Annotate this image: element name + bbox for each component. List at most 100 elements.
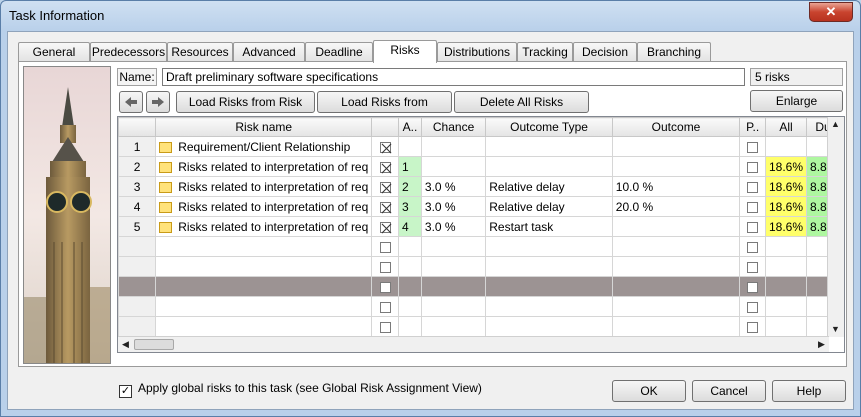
enabled-cell[interactable] bbox=[371, 316, 399, 337]
a-cell[interactable]: 4 bbox=[398, 216, 422, 237]
risk-name-cell[interactable]: Risks related to interpretation of req bbox=[155, 156, 373, 177]
crossed-checkbox-icon[interactable] bbox=[379, 201, 391, 213]
col-header-chance[interactable]: Chance bbox=[420, 117, 487, 137]
chance-cell[interactable] bbox=[420, 236, 487, 257]
outcome-cell[interactable] bbox=[611, 156, 741, 177]
checkbox[interactable] bbox=[747, 141, 759, 153]
scroll-down-icon[interactable]: ▼ bbox=[828, 322, 843, 337]
tab-advanced[interactable]: Advanced bbox=[233, 42, 305, 62]
chance-cell[interactable]: 3.0 % bbox=[420, 176, 487, 197]
chance-cell[interactable] bbox=[420, 276, 487, 297]
chance-cell[interactable] bbox=[420, 316, 487, 337]
outcome-type-cell[interactable] bbox=[485, 136, 613, 157]
checkbox[interactable] bbox=[747, 221, 759, 233]
a-cell[interactable] bbox=[398, 136, 422, 157]
risk-name-cell[interactable] bbox=[155, 276, 373, 297]
checkbox[interactable] bbox=[747, 181, 759, 193]
risk-grid[interactable]: Risk name A.. Chance Outcome Type Outcom… bbox=[117, 116, 845, 353]
close-button[interactable]: ✕ bbox=[809, 2, 853, 22]
outcome-type-cell[interactable]: Relative delay bbox=[485, 196, 613, 217]
col-header-enabled[interactable] bbox=[371, 117, 399, 137]
enabled-cell[interactable] bbox=[371, 196, 399, 217]
enabled-cell[interactable] bbox=[371, 236, 399, 257]
crossed-checkbox-icon[interactable] bbox=[379, 161, 391, 173]
col-header-p[interactable]: P.. bbox=[739, 117, 766, 137]
task-name-field[interactable] bbox=[162, 68, 745, 86]
p-cell[interactable] bbox=[739, 176, 766, 197]
outcome-cell[interactable] bbox=[611, 276, 741, 297]
p-cell[interactable] bbox=[739, 236, 766, 257]
crossed-checkbox-icon[interactable] bbox=[379, 141, 391, 153]
a-cell[interactable] bbox=[398, 236, 422, 257]
table-row[interactable]: 1 Requirement/Client Relationship bbox=[118, 136, 844, 157]
outcome-type-cell[interactable] bbox=[485, 276, 613, 297]
checkbox[interactable] bbox=[379, 261, 391, 273]
checkbox[interactable] bbox=[379, 241, 391, 253]
tab-risks[interactable]: Risks bbox=[373, 40, 437, 63]
a-cell[interactable] bbox=[398, 316, 422, 337]
risk-name-cell[interactable]: Requirement/Client Relationship bbox=[155, 136, 373, 157]
tab-deadline[interactable]: Deadline bbox=[305, 42, 373, 62]
chance-cell[interactable]: 3.0 % bbox=[420, 196, 487, 217]
scroll-up-icon[interactable]: ▲ bbox=[828, 117, 843, 132]
empty-row[interactable] bbox=[118, 316, 844, 337]
forward-button[interactable] bbox=[146, 91, 170, 113]
outcome-cell[interactable] bbox=[611, 236, 741, 257]
enabled-cell[interactable] bbox=[371, 276, 399, 297]
checkbox[interactable] bbox=[747, 161, 759, 173]
tab-branching[interactable]: Branching bbox=[637, 42, 711, 62]
checkbox[interactable] bbox=[747, 281, 759, 293]
checkbox[interactable] bbox=[747, 321, 759, 333]
col-header-risk-name[interactable]: Risk name bbox=[155, 117, 373, 137]
table-row[interactable]: 2 Risks related to interpretation of req… bbox=[118, 156, 844, 177]
outcome-cell[interactable]: 20.0 % bbox=[611, 196, 741, 217]
p-cell[interactable] bbox=[739, 276, 766, 297]
risk-name-cell[interactable] bbox=[155, 236, 373, 257]
chance-cell[interactable] bbox=[420, 296, 487, 317]
empty-row[interactable] bbox=[118, 236, 844, 257]
horizontal-scrollbar[interactable]: ◀ ▶ bbox=[118, 336, 829, 352]
outcome-type-cell[interactable] bbox=[485, 236, 613, 257]
scroll-right-icon[interactable]: ▶ bbox=[814, 337, 829, 352]
outcome-type-cell[interactable] bbox=[485, 296, 613, 317]
tab-predecessors[interactable]: Predecessors bbox=[90, 42, 167, 62]
risk-name-cell[interactable] bbox=[155, 296, 373, 317]
load-risks-from-template-button[interactable]: Load Risks from Template bbox=[317, 91, 452, 129]
col-header-outcome[interactable]: Outcome bbox=[611, 117, 741, 137]
p-cell[interactable] bbox=[739, 256, 766, 277]
enabled-cell[interactable] bbox=[371, 156, 399, 177]
enabled-cell[interactable] bbox=[371, 216, 399, 237]
apply-global-risks-option[interactable]: ✓ Apply global risks to this task (see Gl… bbox=[119, 381, 482, 398]
enlarge-button[interactable]: Enlarge bbox=[750, 90, 843, 112]
col-header-all[interactable]: All bbox=[764, 117, 808, 137]
risk-name-cell[interactable] bbox=[155, 316, 373, 337]
table-row[interactable]: 4 Risks related to interpretation of req… bbox=[118, 196, 844, 217]
outcome-cell[interactable] bbox=[611, 136, 741, 157]
chance-cell[interactable] bbox=[420, 136, 487, 157]
p-cell[interactable] bbox=[739, 196, 766, 217]
a-cell[interactable] bbox=[398, 256, 422, 277]
a-cell[interactable]: 3 bbox=[398, 196, 422, 217]
tab-tracking[interactable]: Tracking bbox=[517, 42, 573, 62]
ok-button[interactable]: OK bbox=[612, 380, 686, 402]
outcome-cell[interactable]: 10.0 % bbox=[611, 176, 741, 197]
chance-cell[interactable] bbox=[420, 256, 487, 277]
outcome-cell[interactable] bbox=[611, 256, 741, 277]
enabled-cell[interactable] bbox=[371, 296, 399, 317]
vertical-scrollbar[interactable]: ▲ ▼ bbox=[827, 117, 844, 337]
outcome-type-cell[interactable] bbox=[485, 156, 613, 177]
checkbox[interactable] bbox=[747, 261, 759, 273]
checkbox[interactable] bbox=[747, 241, 759, 253]
outcome-type-cell[interactable]: Relative delay bbox=[485, 176, 613, 197]
risk-name-cell[interactable]: Risks related to interpretation of req bbox=[155, 196, 373, 217]
checkbox[interactable] bbox=[379, 321, 391, 333]
checkbox[interactable] bbox=[747, 201, 759, 213]
p-cell[interactable] bbox=[739, 316, 766, 337]
enabled-cell[interactable] bbox=[371, 176, 399, 197]
outcome-cell[interactable] bbox=[611, 316, 741, 337]
chance-cell[interactable]: 3.0 % bbox=[420, 216, 487, 237]
checkbox[interactable] bbox=[747, 301, 759, 313]
chance-cell[interactable] bbox=[420, 156, 487, 177]
a-cell[interactable] bbox=[398, 296, 422, 317]
checkbox[interactable] bbox=[379, 281, 391, 293]
